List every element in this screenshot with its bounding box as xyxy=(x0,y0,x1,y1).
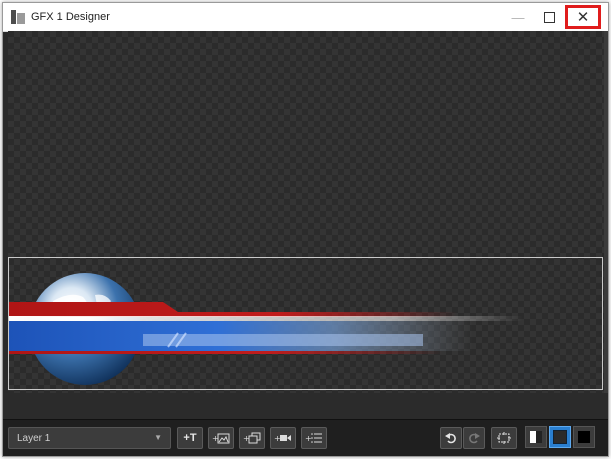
slideshow-icon: + xyxy=(243,432,261,444)
text-icon: +T xyxy=(183,432,197,444)
bottom-toolbar: Layer 1 ▼ +T + + + + xyxy=(3,419,608,456)
dark-swatch-icon xyxy=(553,430,567,444)
undo-button[interactable] xyxy=(440,427,462,449)
undo-icon xyxy=(445,433,456,444)
fit-to-screen-icon xyxy=(497,432,511,444)
layer-select[interactable]: Layer 1 ▼ xyxy=(8,427,171,449)
svg-text:+: + xyxy=(305,434,312,443)
minimize-icon: — xyxy=(511,9,525,25)
checkerboard-background-button[interactable] xyxy=(525,426,547,448)
canvas-scrollbar[interactable] xyxy=(604,31,608,393)
add-text-button[interactable]: +T xyxy=(177,427,203,449)
chevron-down-icon: ▼ xyxy=(154,433,162,442)
add-list-button[interactable]: + xyxy=(301,427,327,449)
add-image-button[interactable]: + xyxy=(208,427,234,449)
close-button[interactable]: ✕ xyxy=(565,5,601,29)
canvas-margin xyxy=(3,393,608,419)
redo-icon xyxy=(469,433,480,444)
app-icon xyxy=(11,10,25,24)
add-slideshow-button[interactable]: + xyxy=(239,427,265,449)
checkerboard-icon xyxy=(530,431,542,443)
add-video-button[interactable]: + xyxy=(270,427,296,449)
redo-button[interactable] xyxy=(463,427,485,449)
fit-to-screen-button[interactable] xyxy=(491,427,517,449)
image-icon: + xyxy=(212,433,230,444)
black-swatch-icon xyxy=(578,431,590,443)
svg-text:+: + xyxy=(274,434,281,443)
window-title: GFX 1 Designer xyxy=(31,11,110,23)
layer-select-value: Layer 1 xyxy=(17,433,51,444)
selection-box[interactable] xyxy=(8,257,603,390)
designer-window: GFX 1 Designer — ✕ Layer 1 ▼ +T + + + + xyxy=(2,2,609,457)
maximize-icon xyxy=(543,11,555,23)
video-icon: + xyxy=(274,434,291,443)
title-bar: GFX 1 Designer — ✕ xyxy=(3,3,608,32)
dark-background-button[interactable] xyxy=(549,426,571,448)
list-icon: + xyxy=(305,433,322,443)
close-icon: ✕ xyxy=(576,9,590,26)
black-background-button[interactable] xyxy=(573,426,595,448)
maximize-button[interactable] xyxy=(531,3,567,31)
background-mode-group xyxy=(525,426,595,450)
